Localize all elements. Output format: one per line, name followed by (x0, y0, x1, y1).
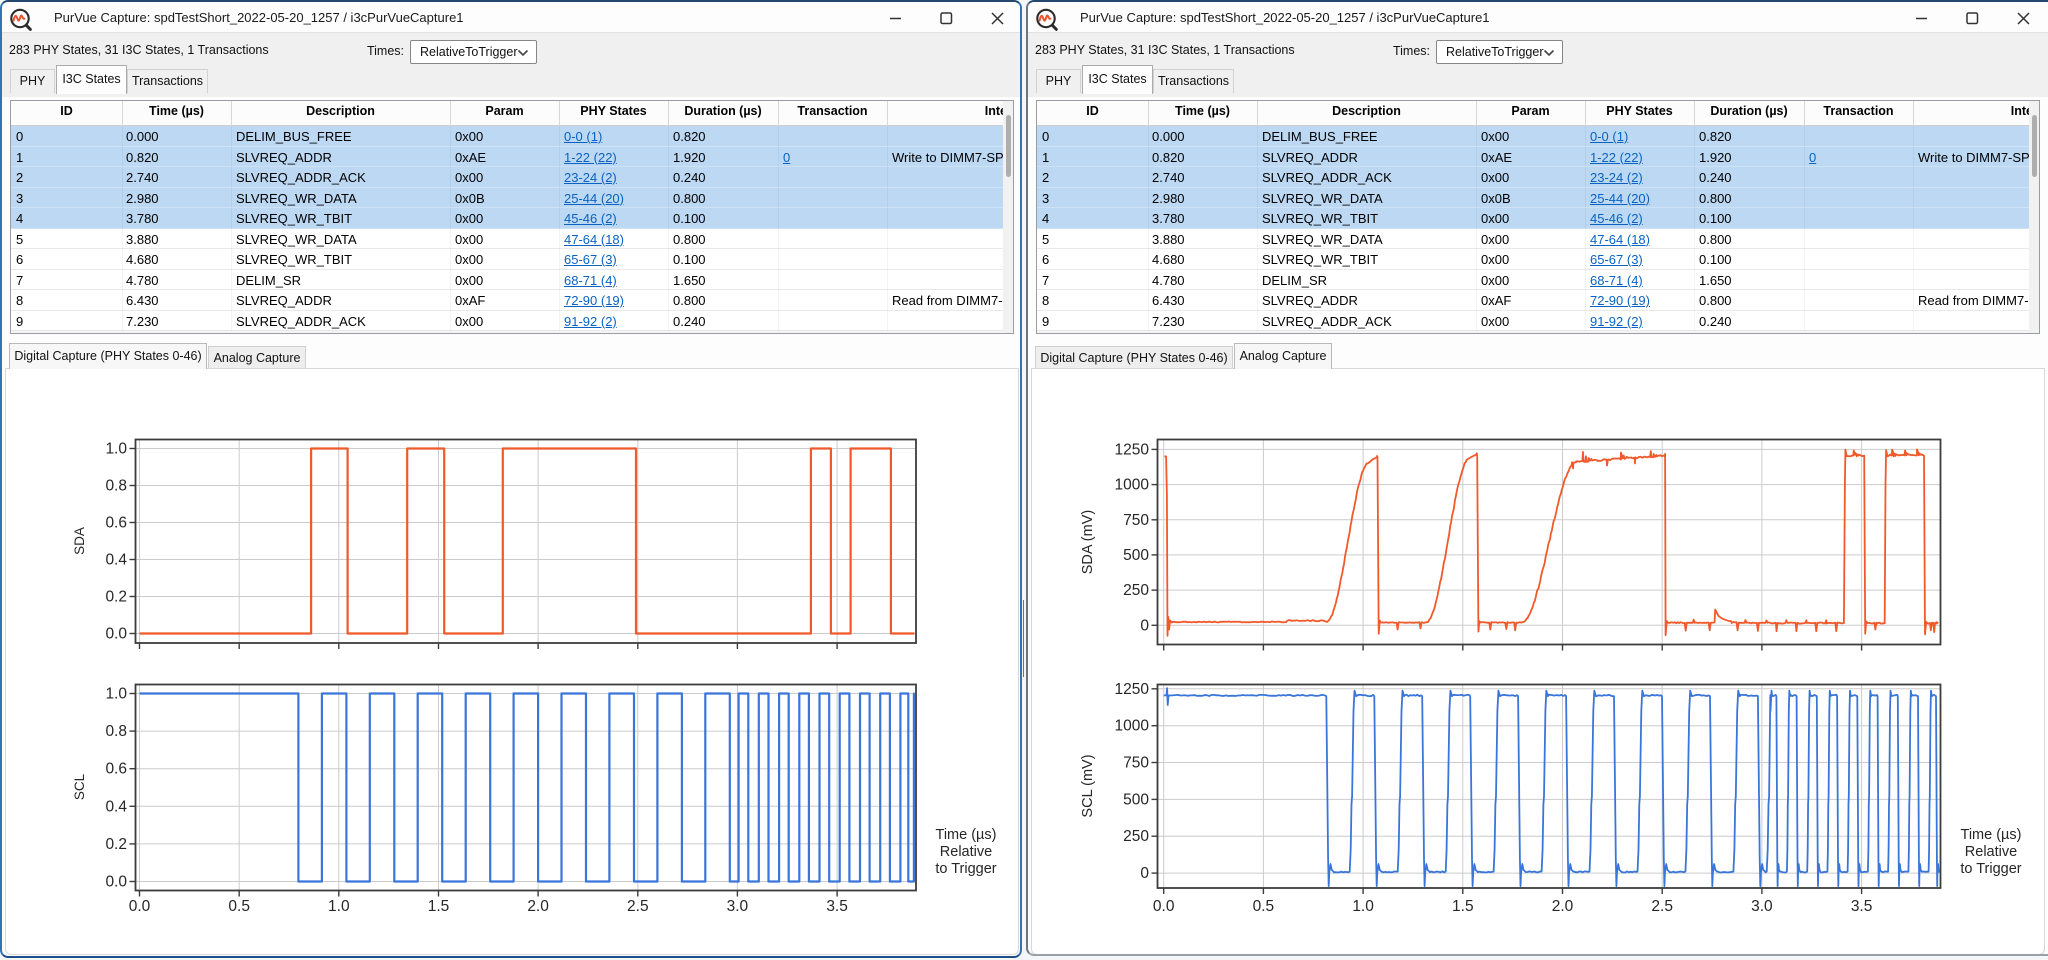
svg-text:3.0: 3.0 (727, 898, 749, 915)
svg-text:Time (µs): Time (µs) (1961, 827, 2022, 843)
svg-text:1.0: 1.0 (328, 898, 350, 915)
svg-text:0.4: 0.4 (105, 798, 127, 815)
svg-text:2.0: 2.0 (1552, 898, 1574, 915)
svg-text:0.5: 0.5 (228, 898, 250, 915)
svg-text:to Trigger: to Trigger (1960, 861, 2021, 877)
svg-text:1.5: 1.5 (428, 898, 450, 915)
svg-text:1.0: 1.0 (105, 441, 127, 458)
svg-text:0.0: 0.0 (129, 898, 151, 915)
svg-text:750: 750 (1123, 512, 1149, 529)
svg-text:0.6: 0.6 (105, 761, 127, 778)
svg-text:2.5: 2.5 (1651, 898, 1673, 915)
svg-text:Relative: Relative (1965, 844, 2017, 860)
svg-text:1.5: 1.5 (1452, 898, 1474, 915)
svg-text:0.8: 0.8 (105, 478, 127, 495)
svg-text:750: 750 (1123, 755, 1149, 772)
svg-text:3.5: 3.5 (1851, 898, 1873, 915)
svg-text:3.5: 3.5 (826, 898, 848, 915)
svg-text:0.0: 0.0 (105, 874, 127, 891)
svg-text:0.4: 0.4 (105, 552, 127, 569)
svg-text:250: 250 (1123, 828, 1149, 845)
svg-text:Relative: Relative (940, 844, 992, 860)
svg-text:0.2: 0.2 (105, 589, 127, 606)
svg-text:0: 0 (1140, 865, 1149, 882)
svg-text:1000: 1000 (1115, 477, 1150, 494)
svg-text:3.0: 3.0 (1751, 898, 1773, 915)
svg-text:to Trigger: to Trigger (935, 861, 996, 877)
svg-text:SDA: SDA (72, 527, 87, 555)
svg-text:1000: 1000 (1115, 718, 1150, 735)
svg-text:0.2: 0.2 (105, 836, 127, 853)
svg-text:0.6: 0.6 (105, 515, 127, 532)
svg-text:250: 250 (1123, 582, 1149, 599)
svg-text:SDA (mV): SDA (mV) (1080, 510, 1096, 574)
svg-text:500: 500 (1123, 791, 1149, 808)
svg-text:SCL: SCL (72, 773, 87, 800)
svg-text:0.8: 0.8 (105, 723, 127, 740)
svg-text:500: 500 (1123, 547, 1149, 564)
svg-text:Time (µs): Time (µs) (936, 827, 997, 843)
svg-text:0.5: 0.5 (1253, 898, 1275, 915)
svg-text:0.0: 0.0 (105, 626, 127, 643)
svg-text:1.0: 1.0 (105, 686, 127, 703)
svg-text:1250: 1250 (1115, 681, 1150, 698)
svg-text:2.0: 2.0 (527, 898, 549, 915)
svg-text:2.5: 2.5 (627, 898, 649, 915)
svg-text:0.0: 0.0 (1153, 898, 1175, 915)
svg-text:SCL (mV): SCL (mV) (1080, 754, 1096, 817)
svg-text:1250: 1250 (1115, 441, 1150, 458)
svg-text:0: 0 (1140, 617, 1149, 634)
svg-text:1.0: 1.0 (1352, 898, 1374, 915)
